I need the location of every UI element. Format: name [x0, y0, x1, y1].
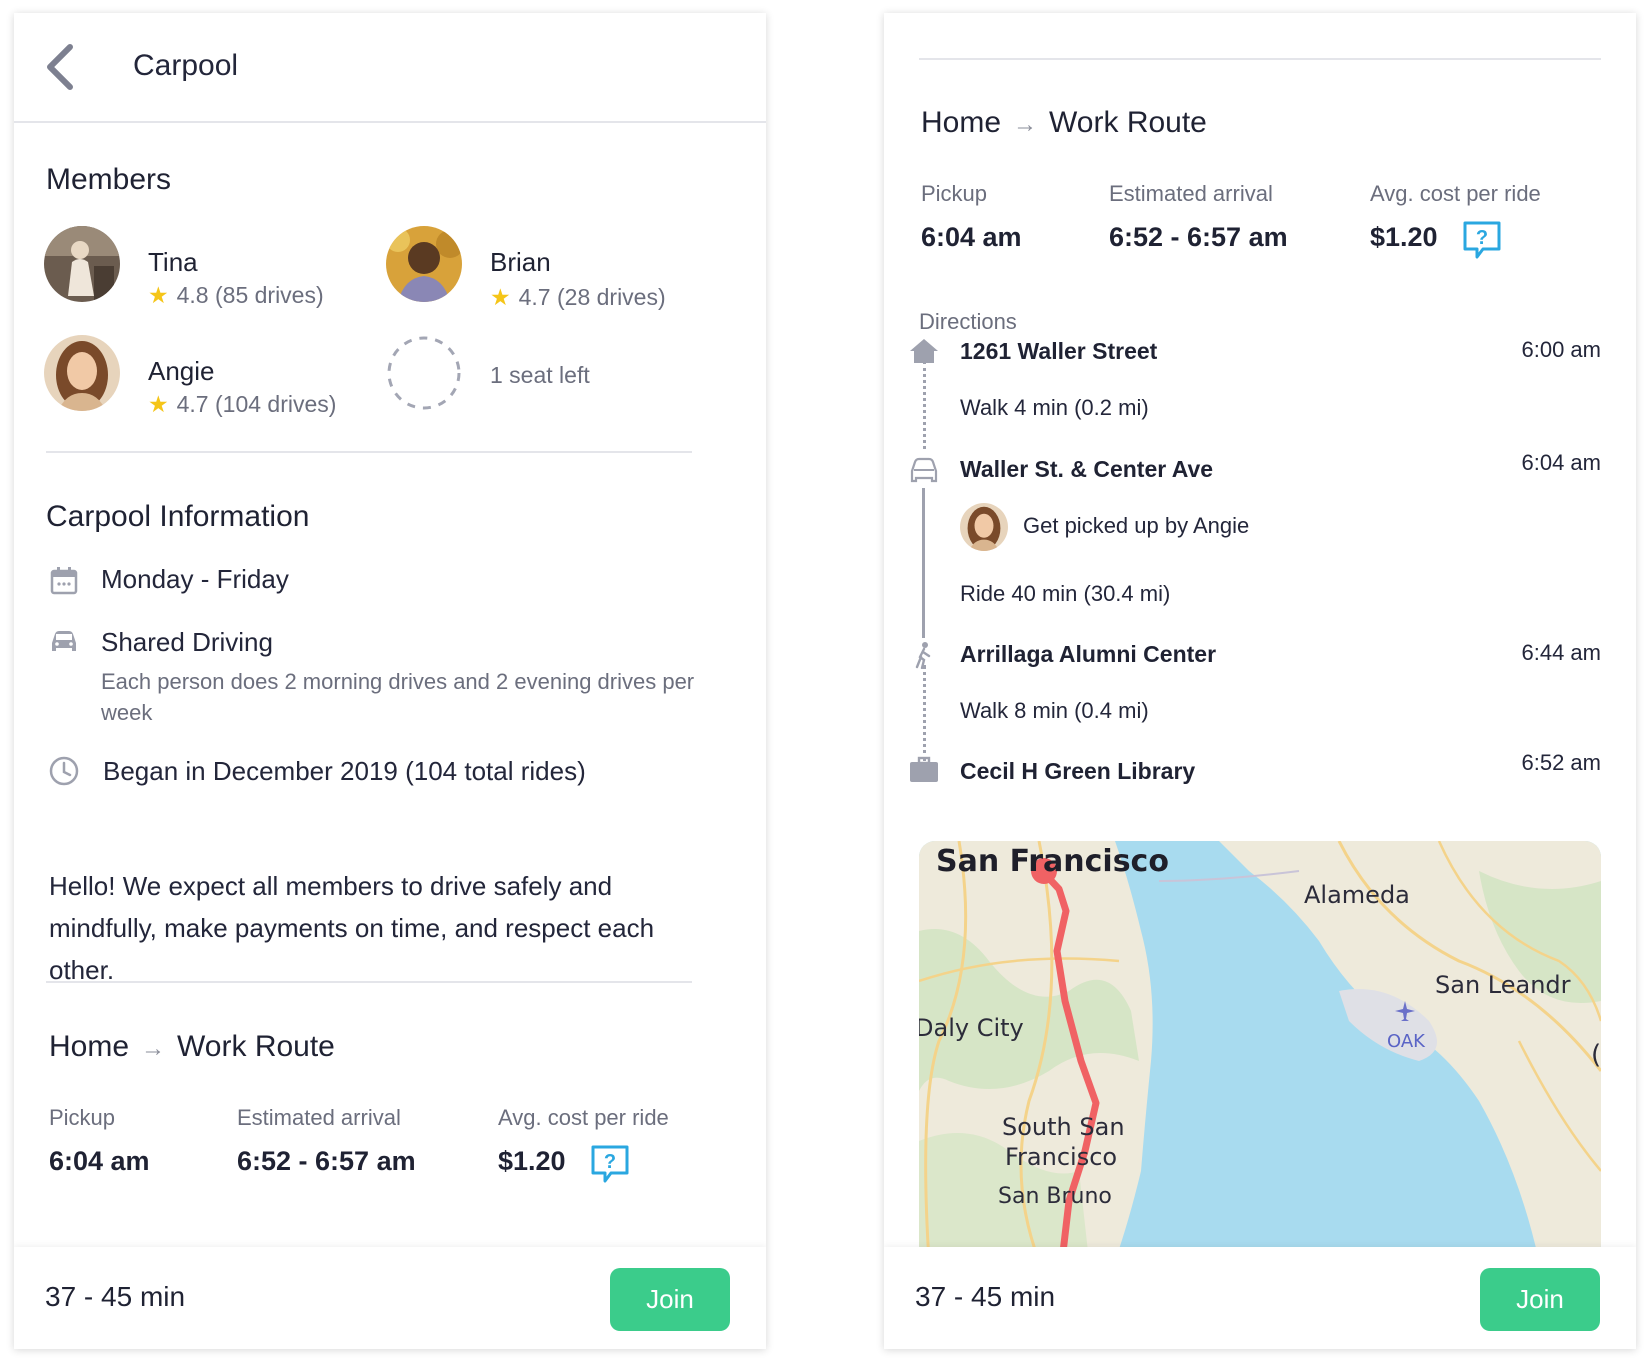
route-from: Home [49, 1030, 130, 1063]
directions-heading: Directions [919, 309, 1017, 334]
chevron-left-icon [47, 44, 73, 90]
avatar [386, 226, 462, 302]
route-map[interactable]: ( San Francisco Alameda San Leandr Daly … [919, 841, 1601, 1261]
cost-label: Avg. cost per ride [498, 1105, 669, 1130]
stop-name: Cecil H Green Library [960, 758, 1196, 784]
arrival-time: 6:52 - 6:57 am [1109, 222, 1288, 252]
clock-icon [49, 756, 79, 786]
pickup-time: 6:04 am [921, 222, 1022, 252]
pickup-label: Pickup [49, 1105, 116, 1130]
divider [46, 981, 692, 983]
page-title: Carpool [133, 49, 239, 82]
header-bar: Carpool [14, 13, 766, 123]
map-label-san-bruno: San Bruno [998, 1184, 1112, 1209]
ride-leg: Ride 40 min (30.4 mi) [960, 581, 1171, 606]
member-rating: ★ 4.7 (104 drives) [148, 391, 337, 417]
member-rating: ★ 4.7 (28 drives) [490, 284, 666, 310]
driver-avatar [960, 503, 1008, 551]
map-label-daly-city: Daly City [919, 1014, 1024, 1042]
carpool-details-panel: Carpool Members Tina ★ 4.8 (85 drives) B… [14, 13, 766, 1349]
pickup-label: Pickup [921, 181, 988, 206]
route-details-panel: Home → Work Route Pickup 6:04 am Estimated… [884, 13, 1636, 1349]
arrival-label: Estimated arrival [237, 1105, 401, 1130]
help-icon[interactable]: ? [1461, 219, 1503, 261]
divider [919, 58, 1601, 60]
map-label-alameda: Alameda [1304, 881, 1410, 909]
ride-connector [922, 488, 925, 638]
stop-name: Waller St. & Center Ave [960, 456, 1214, 482]
trip-duration: 37 - 45 min [45, 1281, 186, 1312]
began-text: Began in December 2019 (104 total rides) [103, 756, 586, 786]
arrival-time: 6:52 - 6:57 am [237, 1146, 416, 1176]
star-icon: ★ [490, 284, 511, 310]
member-name: Brian [490, 247, 551, 277]
carpool-note: Hello! We expect all members to drive sa… [49, 871, 655, 985]
join-button[interactable]: Join [1480, 1268, 1600, 1331]
briefcase-icon [910, 756, 938, 782]
divider [46, 451, 692, 453]
home-icon [910, 339, 938, 363]
footer-bar: 37 - 45 min Join [14, 1247, 766, 1349]
stop-name: 1261 Waller Street [960, 338, 1158, 364]
route-to: Work Route [177, 1030, 335, 1063]
map-label-san-leandro: San Leandr [1435, 971, 1571, 999]
join-button[interactable]: Join [610, 1268, 730, 1331]
arrow-right-icon: → [141, 1035, 166, 1062]
route-header: Home → Work Route [49, 1030, 335, 1064]
avatar [44, 335, 120, 411]
help-icon[interactable]: ? [589, 1143, 631, 1185]
carpool-info-heading: Carpool Information [46, 500, 310, 533]
calendar-icon [50, 567, 78, 595]
cost-value: $1.20 [1370, 222, 1438, 252]
walk-icon [915, 642, 931, 669]
car-icon [52, 631, 76, 651]
arrow-right-icon: → [1013, 111, 1038, 138]
stop-name: Arrillaga Alumni Center [960, 641, 1217, 667]
map-label-south-san: South San [1002, 1113, 1125, 1141]
footer-bar: 37 - 45 min Join [884, 1247, 1636, 1349]
cost-value: $1.20 [498, 1146, 566, 1176]
route-from: Home [921, 106, 1002, 139]
map-canvas: ( San Francisco Alameda San Leandr Daly … [919, 841, 1601, 1261]
walk-connector [923, 665, 926, 761]
member-rating: ★ 4.8 (85 drives) [148, 282, 324, 308]
car-icon [910, 457, 938, 483]
star-icon: ★ [148, 282, 169, 308]
driving-detail: Each person does 2 morning drives and 2 … [101, 669, 695, 725]
walk-leg: Walk 4 min (0.2 mi) [960, 395, 1149, 420]
member-name: Tina [148, 247, 198, 277]
map-label-oak: OAK [1387, 1031, 1426, 1052]
walk-leg: Walk 8 min (0.4 mi) [960, 698, 1149, 723]
svg-text:?: ? [604, 1151, 616, 1173]
pickup-by-text: Get picked up by Angie [1023, 513, 1250, 538]
map-label-sf: San Francisco [936, 844, 1169, 879]
trip-duration: 37 - 45 min [915, 1281, 1056, 1312]
cost-label: Avg. cost per ride [1370, 181, 1541, 206]
avatar [44, 226, 120, 302]
arrival-label: Estimated arrival [1109, 181, 1273, 206]
map-label-francisco: Francisco [1005, 1143, 1117, 1171]
stop-time: 6:52 am [1521, 750, 1602, 775]
stop-time: 6:04 am [1521, 450, 1602, 475]
schedule-text: Monday - Friday [101, 564, 289, 594]
walk-connector [923, 361, 926, 449]
star-icon: ★ [148, 391, 169, 417]
stop-time: 6:00 am [1521, 337, 1602, 362]
svg-text:?: ? [1476, 227, 1488, 249]
back-button[interactable] [42, 41, 82, 93]
stop-time: 6:44 am [1521, 640, 1602, 665]
route-header: Home → Work Route [921, 106, 1207, 140]
pickup-time: 6:04 am [49, 1146, 150, 1176]
driving-text: Shared Driving [101, 627, 273, 657]
empty-seat-icon [387, 336, 461, 410]
members-heading: Members [46, 163, 172, 196]
seat-left-label: 1 seat left [490, 362, 590, 388]
svg-text:(: ( [1591, 1040, 1601, 1070]
route-to: Work Route [1049, 106, 1207, 139]
member-name: Angie [148, 356, 215, 386]
